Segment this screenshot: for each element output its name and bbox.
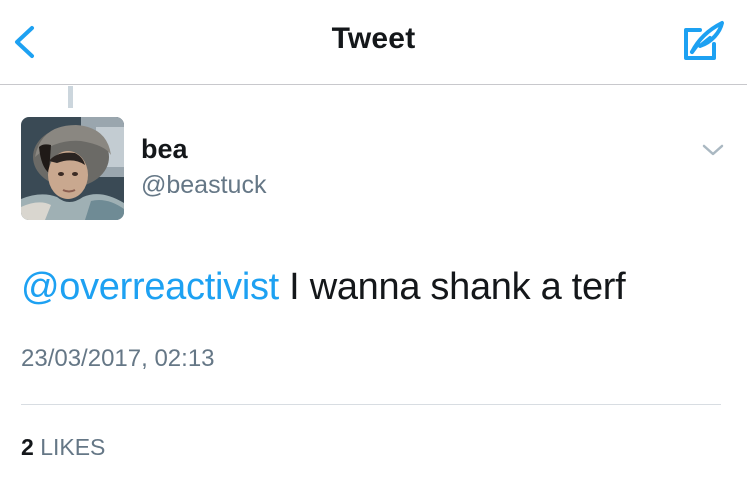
navigation-bar: Tweet (0, 0, 747, 85)
author-handle[interactable]: @beastuck (141, 171, 266, 200)
tweet-text: @overreactivist I wanna shank a terf (21, 266, 626, 309)
mention-link[interactable]: @overreactivist (21, 266, 279, 308)
author-display-name[interactable]: bea (141, 134, 188, 165)
likes-count: 2 (21, 434, 34, 460)
compose-tweet-button[interactable] (676, 18, 728, 66)
likes-label: LIKES (40, 434, 106, 460)
tweet-timestamp: 23/03/2017, 02:13 (21, 345, 215, 372)
tweet-options-button[interactable] (700, 140, 726, 160)
chevron-down-icon (702, 144, 724, 156)
avatar-photo (21, 117, 124, 220)
divider (21, 404, 721, 405)
likes-link[interactable]: 2 LIKES (21, 434, 105, 461)
thread-connector-line (68, 86, 73, 108)
avatar[interactable] (21, 117, 124, 220)
page-title: Tweet (331, 22, 416, 55)
compose-tweet-icon (684, 21, 724, 60)
tweet-body: I wanna shank a terf (278, 266, 626, 308)
